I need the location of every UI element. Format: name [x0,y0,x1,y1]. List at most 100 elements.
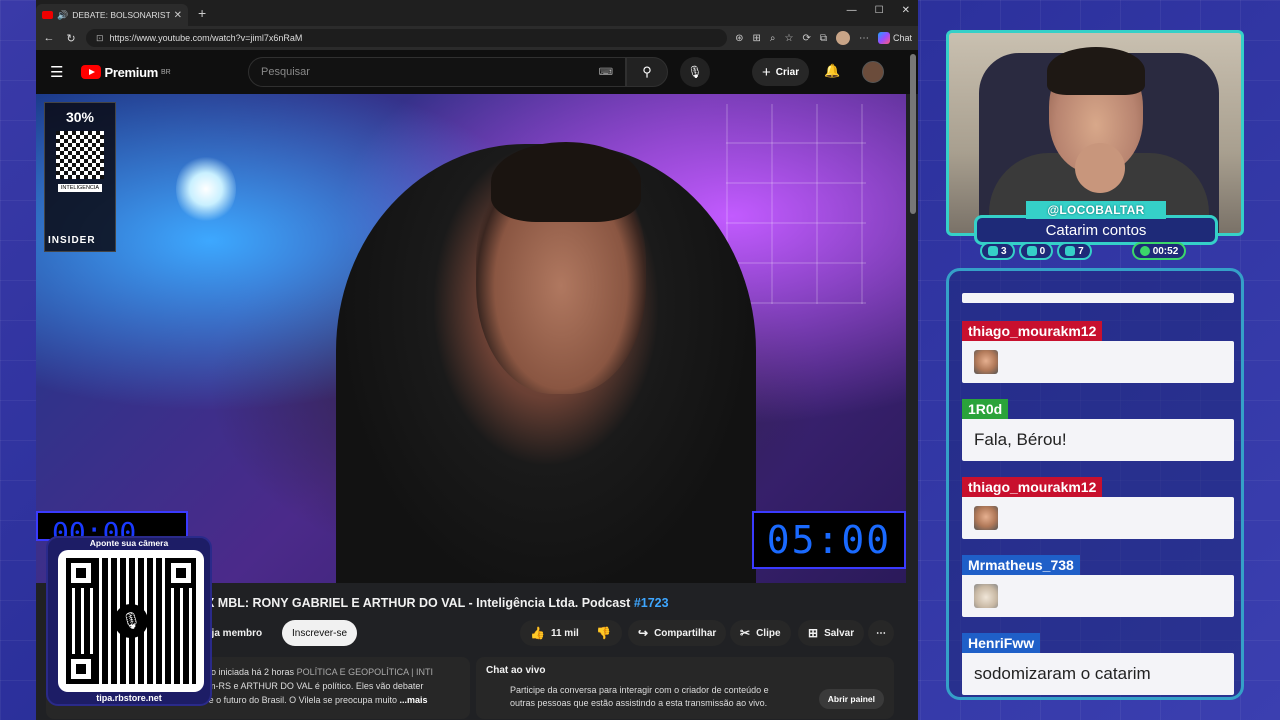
copilot-chat-button[interactable]: Chat [877,32,912,44]
chat-stat-value: 3 [1001,245,1007,257]
close-tab-icon[interactable]: ✕ [174,10,182,21]
site-info-icon[interactable]: ⊡ [96,33,104,44]
collections-icon[interactable]: ⧉ [820,33,827,44]
back-button[interactable]: ← [42,32,56,44]
plus-icon: + [762,63,771,81]
join-label: eja membro [206,627,263,639]
desc-stream-info: ão iniciada há 2 horas [206,667,295,677]
tab-bar: 🔊 DEBATE: BOLSONARISTA X M ✕ + — ☐ ✕ [36,0,918,26]
streamer-hand [1075,143,1125,193]
translate-icon[interactable]: ⊛ [735,33,743,44]
youtube-icon [1026,246,1037,256]
chat-username: Mrmatheus_738 [962,555,1080,575]
keyboard-icon[interactable]: ⌨ [599,67,613,78]
extension-icon[interactable]: ⊞ [752,33,760,44]
desc-hashtags[interactable]: POLÍTICA E GEOPOLÍTICA | INTI [297,667,433,677]
youtube-header: ☰ Premium BR Pesquisar ⌨ ⚲ 🎙 + Criar 🔔 [36,50,918,94]
create-label: Criar [775,66,800,78]
qr-bottom-label: tipa.rbstore.net [96,693,162,703]
subscribe-button[interactable]: Inscrever-se [282,620,358,646]
dislike-button[interactable]: 👎 [588,620,618,646]
account-avatar[interactable] [862,61,884,83]
desc-line-2: im-RS e ARTHUR DO VAL é político. Eles v… [206,681,424,691]
lamp-light [176,154,236,224]
open-panel-button[interactable]: Abrir painel [818,689,884,709]
qr-top-label: Aponte sua câmera [89,538,169,548]
speaker-icon[interactable]: 🔊 [57,10,68,21]
face-emote-icon [974,506,998,530]
window-controls: — ☐ ✕ [847,5,910,16]
face-emote-icon [974,350,998,374]
chat-bubble [962,497,1234,539]
viewers-icon [1065,246,1076,256]
notifications-bell-icon[interactable]: 🔔 [824,63,840,79]
refresh-extension-icon[interactable]: ⟳ [802,33,810,44]
streamer-badge: Catarim contos @LOCOBALTAR 3 0 7 00:52 [974,201,1218,263]
favorite-star-icon[interactable]: ☆ [784,33,793,44]
video-hashtag[interactable]: #1723 [634,596,669,610]
cat-emote-icon [974,584,998,608]
youtube-stat-value: 0 [1039,245,1046,257]
subscribe-label: Inscrever-se [292,627,348,639]
viewers-stat-value: 7 [1078,245,1084,257]
qr-finder-top-left [66,558,96,588]
clip-button[interactable]: ✂ Clipe [730,620,791,646]
share-button[interactable]: ↪ Compartilhar [628,620,727,646]
page-scrollbar[interactable] [910,54,916,714]
address-bar: ← ↻ ⊡ https://www.youtube.com/watch?v=ji… [36,26,918,50]
scissors-icon: ✂ [740,626,751,640]
chat-overlay-panel: thiago_mourakm12 1R0d Fala, Bérou! thiag… [946,268,1244,700]
streamer-handle: @LOCOBALTAR [1026,201,1166,219]
more-menu-icon[interactable]: ⋯ [859,33,869,44]
chat-message: Mrmatheus_738 [962,555,1234,617]
profile-avatar[interactable] [835,31,850,45]
chat-bubble [962,575,1234,617]
close-window-button[interactable]: ✕ [902,5,910,16]
search-button[interactable]: ⚲ [626,57,668,87]
scrollbar-thumb[interactable] [910,54,916,214]
save-icon: ⊞ [808,626,819,640]
chat-bubble: sodomizaram o catarim [962,653,1234,695]
chat-bubble-icon [988,246,998,256]
share-label: Compartilhar [654,627,717,639]
search-placeholder: Pesquisar [261,66,310,78]
speaker-hair [491,142,641,222]
chat-bubble: Fala, Bérou! [962,419,1234,461]
more-actions-button[interactable]: ⋯ [868,620,894,646]
previous-message-bubble [962,293,1234,303]
youtube-logo[interactable]: Premium BR [81,65,171,80]
sponsor-ad-overlay: 30% INTELIGENCIA [44,102,116,252]
reload-button[interactable]: ↻ [64,32,78,45]
menu-icon[interactable]: ☰ [50,63,63,81]
tab-title: DEBATE: BOLSONARISTA X M [72,10,170,20]
share-icon: ↪ [638,626,649,640]
zoom-icon[interactable]: ⌕ [770,33,776,44]
chat-message: thiago_mourakm12 [962,321,1234,383]
chat-username: HenriFww [962,633,1041,653]
url-text: https://www.youtube.com/watch?v=jiml7x6n… [109,33,303,43]
save-label: Salvar [824,627,855,639]
chat-stat: 3 [980,242,1015,260]
stats-spacer [1096,242,1128,260]
microphone-head-icon: 🎙 [114,604,148,638]
save-button[interactable]: ⊞ Salvar [798,620,865,646]
search-icon: ⚲ [642,64,652,79]
browser-tab[interactable]: 🔊 DEBATE: BOLSONARISTA X M ✕ [36,4,188,26]
live-chat-text: Participe da conversa para interagir com… [510,685,769,708]
minimize-button[interactable]: — [847,5,857,16]
like-count: 11 mil [550,627,579,639]
new-tab-button[interactable]: + [198,5,206,21]
url-field[interactable]: ⊡ https://www.youtube.com/watch?v=jiml7x… [86,29,728,47]
more-link[interactable]: ...mais [400,695,428,705]
address-bar-icons: ⊛ ⊞ ⌕ ☆ ⟳ ⧉ ⋯ Chat [735,31,912,45]
timer-right: 05:00 [752,511,906,569]
search-input[interactable]: Pesquisar ⌨ [248,57,626,87]
maximize-button[interactable]: ☐ [875,5,884,16]
chat-username: thiago_mourakm12 [962,321,1103,341]
clip-label: Clipe [756,627,781,639]
video-player[interactable]: 30% INTELIGENCIA INSIDER 00:00 05:00 [36,94,906,583]
voice-search-button[interactable]: 🎙 [680,57,710,87]
streamer-hair [1047,47,1145,95]
uptime-value: 00:52 [1152,245,1179,257]
create-button[interactable]: + Criar [752,58,810,86]
